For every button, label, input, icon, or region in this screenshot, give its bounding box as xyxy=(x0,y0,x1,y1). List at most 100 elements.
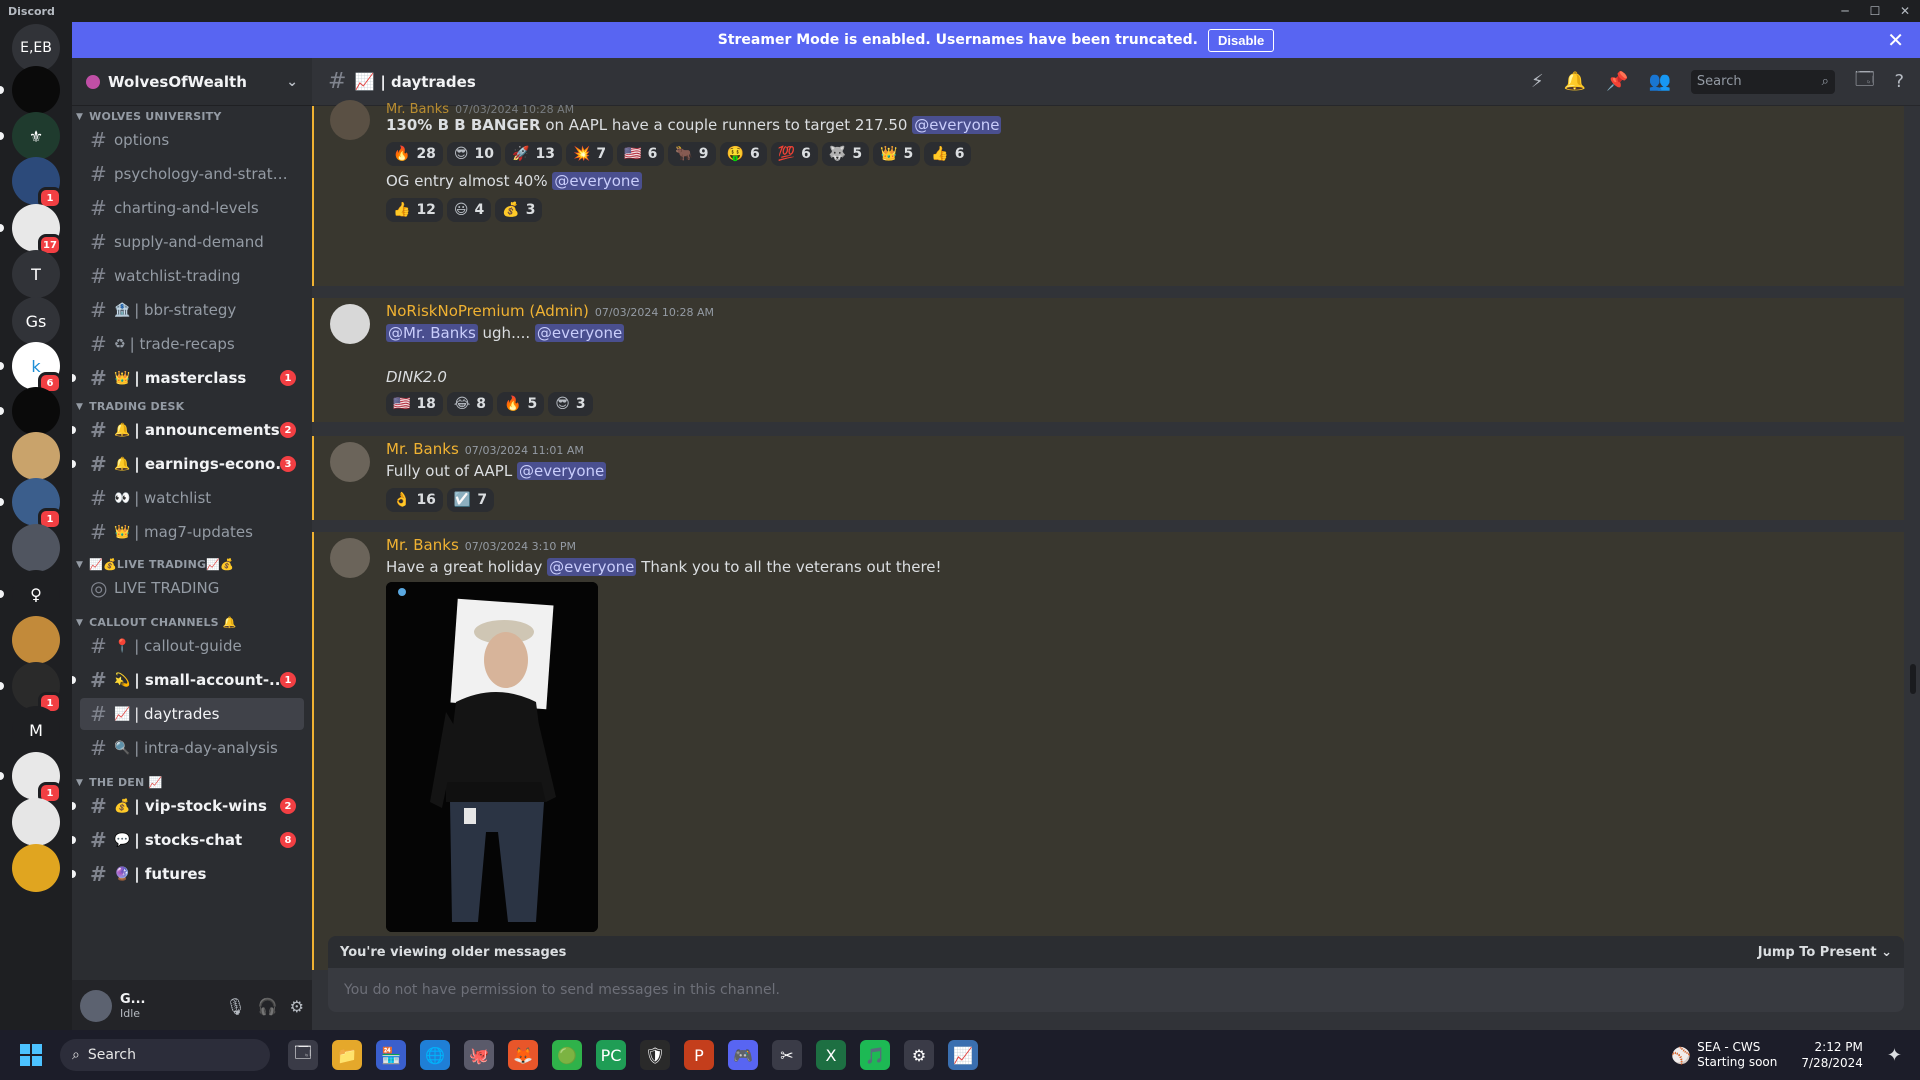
channel-trade-recaps[interactable]: # ♻ | trade-recaps xyxy=(80,328,304,360)
category-the-den[interactable]: ▼ THE DEN 📈 xyxy=(72,776,162,789)
reaction-button[interactable]: 😎 10 xyxy=(446,142,502,166)
help-icon[interactable]: ? xyxy=(1894,71,1904,92)
category-wolves-university[interactable]: ▼ WOLVES UNIVERSITY xyxy=(72,110,222,123)
gear-icon[interactable]: ⚙ xyxy=(290,997,304,1016)
channel-watchlist-trading[interactable]: # watchlist-trading xyxy=(80,260,304,292)
minimize-button[interactable]: ─ xyxy=(1830,0,1860,22)
mention[interactable]: @everyone xyxy=(552,172,642,190)
reaction-button[interactable]: 🇺🇸 18 xyxy=(386,392,443,416)
channel-mag7-updates[interactable]: # 👑 | mag7-updates xyxy=(80,516,304,548)
close-banner-icon[interactable]: ✕ xyxy=(1887,28,1904,52)
system-clock[interactable]: 2:12 PM 7/28/2024 xyxy=(1801,1039,1863,1071)
taskbar-app-icon[interactable]: 🎵 xyxy=(860,1040,890,1070)
category-live-trading[interactable]: ▼ 📈💰LIVE TRADING📈💰 xyxy=(72,558,234,571)
mention[interactable]: @Mr. Banks xyxy=(386,324,478,342)
threads-icon[interactable]: ⚡ xyxy=(1531,71,1544,92)
taskbar-app-icon[interactable]: ⚙ xyxy=(904,1040,934,1070)
close-window-button[interactable]: ✕ xyxy=(1890,0,1920,22)
disable-streamer-mode-button[interactable]: Disable xyxy=(1208,28,1275,52)
channel-supply[interactable]: # supply-and-demand xyxy=(80,226,304,258)
taskbar-app-icon[interactable]: 🟢 xyxy=(552,1040,582,1070)
message-author[interactable]: Mr. Banks 07/03/2024 11:01 AM xyxy=(386,440,584,458)
server-icon[interactable] xyxy=(12,432,60,480)
taskbar-app-icon[interactable]: ✂ xyxy=(772,1040,802,1070)
windows-start-button[interactable] xyxy=(20,1044,42,1066)
taskbar-app-icon[interactable]: 📈 xyxy=(948,1040,978,1070)
mention[interactable]: @everyone xyxy=(534,324,625,342)
mention[interactable]: @everyone xyxy=(912,116,1002,134)
channel-small-account[interactable]: # 💫 | small-account-... 1 xyxy=(72,664,304,696)
channel-watchlist[interactable]: # 👀 | watchlist xyxy=(80,482,304,514)
category-trading-desk[interactable]: ▼ TRADING DESK xyxy=(72,400,184,413)
message-author[interactable]: NoRiskNoPremium (Admin) 07/03/2024 10:28 … xyxy=(386,302,714,320)
reaction-button[interactable]: 🔥 28 xyxy=(386,142,443,166)
reaction-button[interactable]: 🚀 13 xyxy=(505,142,562,166)
reaction-button[interactable]: 👌 16 xyxy=(386,488,443,512)
headset-icon[interactable]: 🎧 xyxy=(258,997,278,1016)
channel-live-trading[interactable]: ◎ LIVE TRADING xyxy=(80,572,304,604)
channel-earnings[interactable]: # 🔔 | earnings-econo... 3 xyxy=(72,448,304,480)
taskbar-app-icon[interactable]: 📁 xyxy=(332,1040,362,1070)
server-icon[interactable] xyxy=(12,616,60,664)
channel-bbr-strategy[interactable]: # 🏦 | bbr-strategy xyxy=(80,294,304,326)
taskbar-app-icon[interactable]: 🎮 xyxy=(728,1040,758,1070)
server-icon[interactable]: ♀ xyxy=(12,570,60,618)
reaction-button[interactable]: 🐺 5 xyxy=(821,142,870,166)
reaction-button[interactable]: 👑 5 xyxy=(873,142,921,166)
members-icon[interactable]: 👥 xyxy=(1649,71,1671,92)
channel-stocks-chat[interactable]: # 💬 | stocks-chat 8 xyxy=(72,824,304,856)
reaction-button[interactable]: 😂 8 xyxy=(446,392,494,416)
reaction-button[interactable]: 😎 3 xyxy=(548,392,593,416)
server-icon[interactable]: T xyxy=(12,250,60,298)
image-attachment[interactable] xyxy=(386,582,598,932)
taskbar-app-icon[interactable]: 🗔 xyxy=(288,1040,318,1070)
message-author[interactable]: Mr. Banks 07/03/2024 10:28 AM xyxy=(386,102,574,117)
mention[interactable]: @everyone xyxy=(547,558,637,576)
channel-futures[interactable]: # 🔮 | futures xyxy=(72,858,304,890)
reaction-button[interactable]: 🇺🇸 6 xyxy=(617,142,665,166)
taskbar-search[interactable]: ⌕ Search xyxy=(60,1039,270,1071)
reaction-button[interactable]: 🔥 5 xyxy=(497,392,545,416)
taskbar-app-icon[interactable]: 🌐 xyxy=(420,1040,450,1070)
channel-masterclass[interactable]: # 👑 | masterclass 1 xyxy=(72,362,304,394)
jump-to-present-button[interactable]: Jump To Present ⌄ xyxy=(1758,945,1892,960)
weather-widget[interactable]: ⚾ SEA - CWS Starting soon xyxy=(1671,1040,1777,1070)
avatar[interactable] xyxy=(330,304,370,344)
server-icon[interactable] xyxy=(12,844,60,892)
reaction-button[interactable]: 🐂 9 xyxy=(668,142,716,166)
maximize-button[interactable]: ☐ xyxy=(1860,0,1890,22)
reaction-button[interactable]: 💯 6 xyxy=(770,142,818,166)
scrollbar-thumb[interactable] xyxy=(1910,664,1916,694)
server-icon[interactable] xyxy=(12,387,60,435)
avatar[interactable] xyxy=(80,990,112,1022)
channel-charting[interactable]: # charting-and-levels xyxy=(80,192,304,224)
channel-announcements[interactable]: # 🔔 | announcements 2 xyxy=(72,414,304,446)
reaction-button[interactable]: 🤑 6 xyxy=(719,142,767,166)
server-icon[interactable] xyxy=(12,66,60,114)
notification-bell-icon[interactable]: 🔔 xyxy=(1564,71,1586,92)
taskbar-app-icon[interactable]: 🏪 xyxy=(376,1040,406,1070)
reaction-button[interactable]: 👍 6 xyxy=(924,142,972,166)
channel-psychology[interactable]: # psychology-and-strategi... xyxy=(80,158,304,190)
server-icon[interactable] xyxy=(12,798,60,846)
guild-header[interactable]: WolvesOfWealth ⌄ xyxy=(72,58,312,106)
mention[interactable]: @everyone xyxy=(516,462,607,480)
channel-daytrades[interactable]: # 📈 | daytrades xyxy=(80,698,304,730)
server-icon[interactable]: ⚜ xyxy=(12,112,60,160)
reaction-button[interactable]: 💰 3 xyxy=(495,198,543,222)
reaction-button[interactable]: 😃 4 xyxy=(446,198,492,222)
taskbar-app-icon[interactable]: PC xyxy=(596,1040,626,1070)
taskbar-app-icon[interactable]: 🐙 xyxy=(464,1040,494,1070)
taskbar-app-icon[interactable]: 🛡 xyxy=(640,1040,670,1070)
server-icon[interactable]: M xyxy=(12,706,60,754)
avatar[interactable] xyxy=(330,442,370,482)
reaction-button[interactable]: 👍 12 xyxy=(386,198,443,222)
taskbar-app-icon[interactable]: P xyxy=(684,1040,714,1070)
avatar[interactable] xyxy=(330,100,370,140)
pin-icon[interactable]: 📌 xyxy=(1606,71,1628,92)
reaction-button[interactable]: 💥 7 xyxy=(565,142,614,166)
channel-callout-guide[interactable]: # 📍 | callout-guide xyxy=(80,630,304,662)
message-author[interactable]: Mr. Banks 07/03/2024 3:10 PM xyxy=(386,536,576,554)
search-input[interactable]: Search ⌕ xyxy=(1690,69,1835,94)
copilot-icon[interactable]: ✦ xyxy=(1887,1045,1902,1066)
